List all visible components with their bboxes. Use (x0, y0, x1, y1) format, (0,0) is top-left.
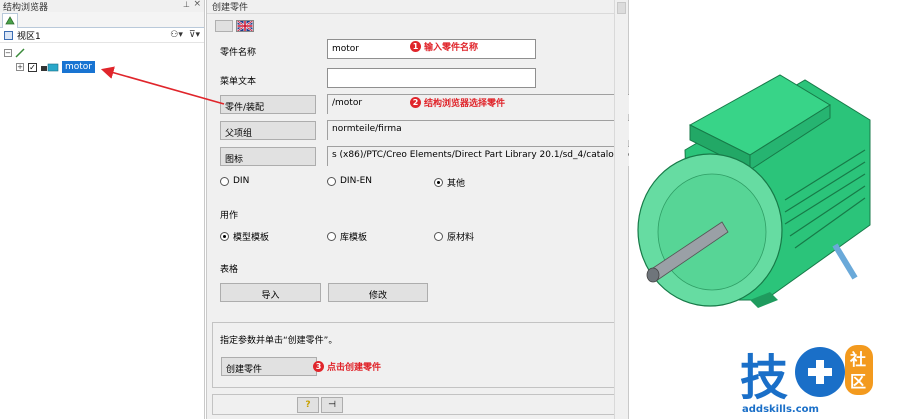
radio-other-label: 其他 (447, 179, 466, 189)
radio-din[interactable]: DIN (220, 176, 249, 186)
radio-other-dot (434, 178, 443, 187)
annotation-3: 3 点击创建零件 (313, 360, 381, 373)
radio-library-template[interactable]: 库模板 (327, 230, 367, 243)
structure-browser-panel: 结构浏览器 ⊥ × 视区1 ⚇▾ ⊽▾ − + ✓ motor (0, 0, 205, 419)
app-root: 结构浏览器 ⊥ × 视区1 ⚇▾ ⊽▾ − + ✓ motor 创建零件 零件名… (0, 0, 900, 419)
browser-tabstrip (0, 12, 204, 28)
logo-char: 技 (740, 350, 788, 406)
table-label: 表格 (220, 265, 239, 275)
close-icon[interactable]: × (193, 0, 201, 9)
usage-label: 用作 (220, 211, 239, 221)
dialog-bottom-bar: ? ⊣ (212, 394, 626, 415)
icon-button[interactable]: 图标 (220, 147, 316, 166)
pin-icon[interactable]: ⊥ (183, 0, 190, 9)
structure-browser-title: 结构浏览器 (3, 2, 49, 13)
tree-item-motor-label: motor (62, 61, 96, 73)
annotation-2-number: 2 (410, 97, 421, 108)
hint-panel: 指定参数并单击“创建零件”。 创建零件 (212, 322, 626, 388)
scrollbar-thumb[interactable] (617, 2, 626, 14)
part-icon (41, 63, 59, 72)
filter-icon[interactable]: ⊽▾ (189, 30, 200, 40)
pin-dialog-icon[interactable]: ⊣ (321, 397, 343, 413)
radio-model-template-dot (220, 232, 229, 241)
radio-library-template-dot (327, 232, 336, 241)
root-assembly-icon (15, 48, 25, 58)
visibility-checkbox[interactable]: ✓ (28, 62, 37, 72)
uk-flag-icon[interactable] (236, 20, 254, 32)
annotation-1-number: 1 (410, 41, 421, 52)
structure-browser-titlebar: 结构浏览器 ⊥ × (0, 0, 204, 13)
parent-group-button[interactable]: 父项组 (220, 121, 316, 140)
radio-din-en[interactable]: DIN-EN (327, 176, 372, 186)
tree-item-motor[interactable]: + ✓ motor (4, 60, 204, 74)
viewport-icon (4, 30, 13, 40)
radio-din-en-dot (327, 176, 336, 186)
structure-tree: − + ✓ motor (0, 43, 204, 74)
create-part-button[interactable]: 创建零件 (221, 357, 317, 376)
radio-raw-material[interactable]: 原材料 (434, 230, 474, 243)
parent-group-value: normteile/firma (327, 120, 629, 140)
expand-icon[interactable]: + (16, 63, 24, 71)
radio-model-template[interactable]: 模型模板 (220, 230, 269, 243)
radio-raw-material-label: 原材料 (447, 233, 475, 243)
dialog-title: 创建零件 (207, 0, 628, 14)
annotation-2-text: 结构浏览器选择零件 (424, 99, 506, 109)
modify-button[interactable]: 修改 (328, 283, 428, 302)
tree-view-icon (5, 16, 15, 25)
tab-tree-view[interactable] (2, 13, 18, 28)
menu-text-input[interactable] (327, 68, 536, 88)
annotation-3-text: 点击创建零件 (327, 363, 382, 373)
radio-din-en-label: DIN-EN (340, 176, 372, 186)
tree-root-row[interactable]: − (4, 46, 204, 60)
annotation-1-text: 输入零件名称 (424, 43, 479, 53)
part-name-label: 零件名称 (220, 48, 257, 58)
viewport-row[interactable]: 视区1 ⚇▾ ⊽▾ (0, 28, 204, 43)
logo-community-1: 社 (849, 350, 866, 369)
create-part-dialog: 创建零件 零件名称 motor 菜单文本 零件/装配 /motor 父项组 no… (206, 0, 629, 419)
import-button[interactable]: 导入 (220, 283, 321, 302)
annotation-1: 1 输入零件名称 (410, 40, 478, 53)
radio-model-template-label: 模型模板 (233, 233, 270, 243)
hint-text: 指定参数并单击“创建零件”。 (220, 336, 338, 346)
radio-library-template-label: 库模板 (340, 233, 368, 243)
language-selector (215, 20, 254, 32)
radio-din-dot (220, 176, 229, 186)
help-icon[interactable]: ? (297, 397, 319, 413)
annotation-3-number: 3 (313, 361, 324, 372)
radio-other[interactable]: 其他 (434, 176, 465, 189)
binoculars-icon[interactable]: ⚇▾ (170, 30, 183, 40)
logo-community-2: 区 (850, 372, 866, 391)
dialog-scrollbar[interactable] (614, 0, 628, 419)
language-default-button[interactable] (215, 20, 233, 32)
logo-url: addskills.com (742, 404, 819, 415)
collapse-icon[interactable]: − (4, 49, 12, 57)
radio-raw-material-dot (434, 232, 443, 241)
icon-path-value: s (x86)/PTC/Creo Elements/Direct Part Li… (327, 146, 629, 166)
radio-din-label: DIN (233, 176, 250, 186)
annotation-2: 2 结构浏览器选择零件 (410, 96, 505, 109)
viewport-label: 视区1 (17, 31, 41, 42)
menu-text-label: 菜单文本 (220, 77, 257, 87)
part-assembly-button[interactable]: 零件/装配 (220, 95, 316, 114)
